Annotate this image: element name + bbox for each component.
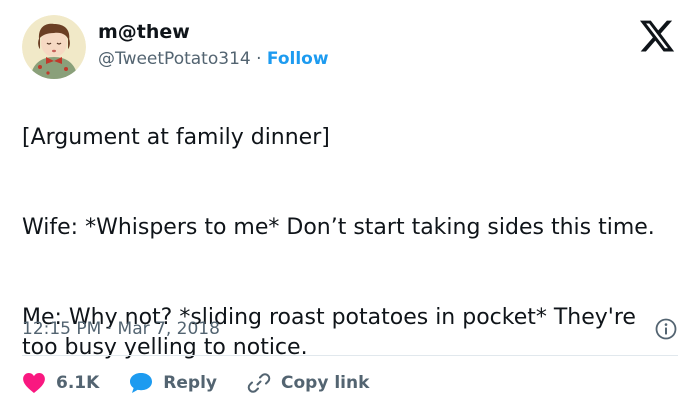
display-name[interactable]: m@thew: [98, 19, 329, 45]
like-button[interactable]: 6.1K: [22, 372, 99, 394]
reply-button[interactable]: Reply: [129, 372, 217, 394]
reply-label: Reply: [163, 373, 217, 393]
action-bar: 6.1K Reply Copy link: [22, 369, 399, 397]
timestamp[interactable]: 12:15 PM · Mar 7, 2018: [22, 319, 220, 339]
copy-link-label: Copy link: [281, 373, 370, 393]
follow-button[interactable]: Follow: [267, 49, 329, 69]
divider: [22, 355, 678, 356]
tweet-card: m@thew @TweetPotato314 · Follow [Argumen…: [0, 0, 700, 410]
link-icon: [247, 371, 271, 395]
user-handle[interactable]: @TweetPotato314: [98, 49, 251, 69]
heart-icon: [22, 372, 46, 394]
avatar[interactable]: [22, 15, 86, 79]
copy-link-button[interactable]: Copy link: [247, 371, 369, 395]
tweet-header: m@thew @TweetPotato314 · Follow: [22, 15, 678, 79]
separator-dot: ·: [250, 49, 267, 69]
info-icon[interactable]: [654, 317, 678, 341]
handle-row: @TweetPotato314 · Follow: [98, 47, 329, 71]
user-info: m@thew @TweetPotato314 · Follow: [98, 19, 329, 71]
tweet-paragraph: [Argument at family dinner]: [22, 125, 330, 150]
tweet-meta: 12:15 PM · Mar 7, 2018: [22, 317, 678, 341]
tweet-text: [Argument at family dinner] Wife: *Whisp…: [22, 93, 678, 393]
tweet-paragraph: Wife: *Whispers to me* Don’t start takin…: [22, 215, 655, 240]
like-count: 6.1K: [56, 373, 100, 393]
x-logo-icon[interactable]: [638, 17, 676, 55]
speech-bubble-icon: [129, 372, 153, 394]
